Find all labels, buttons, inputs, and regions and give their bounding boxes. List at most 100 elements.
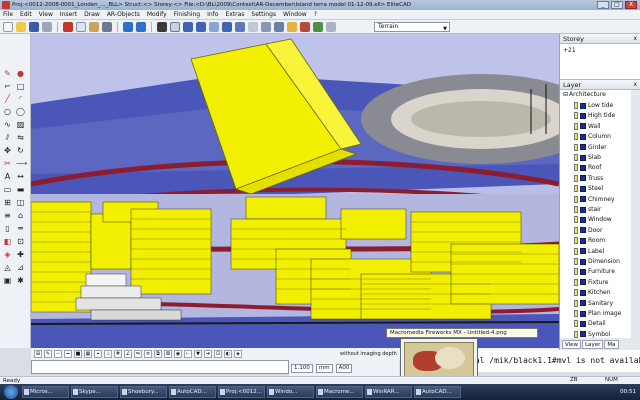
undo-icon[interactable] [123, 21, 133, 32]
layer-visibility-icon[interactable] [580, 237, 586, 244]
wall-icon[interactable]: ▭ [3, 185, 12, 194]
layer-item[interactable]: Window [574, 215, 612, 224]
layer-item[interactable]: Low tide [574, 101, 613, 110]
offset-icon[interactable]: ⫽ [3, 133, 12, 142]
mirror-icon[interactable]: ⇋ [16, 133, 25, 142]
layer-item[interactable]: Wall [574, 122, 601, 131]
layer-item[interactable]: Steel [574, 184, 603, 193]
symbol-icon[interactable]: ✚ [16, 250, 25, 259]
layer-visibility-icon[interactable] [580, 216, 586, 223]
pen-icon[interactable]: ✎ [44, 350, 52, 358]
layer-manager-icon[interactable] [261, 21, 271, 32]
layer-item[interactable]: Column [574, 132, 611, 141]
menu-draw[interactable]: Draw [84, 11, 100, 18]
layer-visibility-icon[interactable] [580, 112, 586, 119]
spline-icon[interactable]: ∿ [3, 120, 12, 129]
terrain-icon[interactable] [313, 21, 323, 32]
cut-icon[interactable] [63, 21, 73, 32]
beam-icon[interactable]: ═ [16, 224, 25, 233]
layer-item[interactable]: Plan image [574, 309, 621, 318]
layer-item[interactable]: Door [574, 226, 602, 235]
layer-visibility-icon[interactable] [580, 185, 586, 192]
view-2d-icon[interactable] [183, 21, 193, 32]
zoom-window-icon[interactable]: ⊡ [214, 350, 222, 358]
text-icon[interactable]: A [3, 172, 12, 181]
menu-modify[interactable]: Modify [147, 11, 167, 18]
rectangle-icon[interactable]: □ [16, 82, 25, 91]
close-button[interactable]: X [625, 1, 637, 9]
lock-icon[interactable]: ⊠ [164, 350, 172, 358]
layer-visibility-icon[interactable] [580, 289, 586, 296]
point-icon[interactable]: ● [16, 69, 25, 78]
layer-visibility-icon[interactable] [580, 133, 586, 140]
new-file-icon[interactable] [3, 21, 13, 32]
layer-item[interactable]: stair [574, 205, 601, 214]
ellipse-icon[interactable]: ◯ [16, 107, 25, 116]
layer-item[interactable]: Slab [574, 153, 601, 162]
layer-root-item[interactable]: ⊟ Architecture [563, 91, 606, 98]
layer-item[interactable]: Roof [574, 163, 601, 172]
layer-tree[interactable]: ⊟ Architecture Low tide High tide Wall Colu… [560, 90, 640, 344]
rotate-icon[interactable]: ↻ [16, 146, 25, 155]
layer-visibility-icon[interactable] [580, 258, 586, 265]
layer-item[interactable]: Fixture [574, 278, 608, 287]
slab-icon[interactable]: ▬ [16, 185, 25, 194]
view-3d-icon[interactable] [196, 21, 206, 32]
pan-icon[interactable] [222, 21, 232, 32]
storey-value[interactable]: +21 [563, 47, 576, 54]
taskbar-item[interactable]: WinRAR... [365, 386, 412, 398]
scale-select[interactable]: 1:100 [291, 363, 313, 373]
layer-item[interactable]: Label [574, 247, 604, 256]
taskbar-item[interactable]: Shoebury... [120, 386, 167, 398]
arc-icon[interactable]: ◜ [16, 94, 25, 103]
copy-icon[interactable] [76, 21, 86, 32]
close-icon[interactable]: x [633, 35, 637, 42]
open-folder-icon[interactable] [16, 21, 26, 32]
delete-icon[interactable] [102, 21, 112, 32]
paste-icon[interactable] [89, 21, 99, 32]
layer-visibility-icon[interactable] [580, 164, 586, 171]
layer-visibility-icon[interactable] [580, 196, 586, 203]
move-icon[interactable]: ✥ [3, 146, 12, 155]
color-icon[interactable]: ■ [74, 350, 82, 358]
door-icon[interactable]: ◫ [16, 198, 25, 207]
layer-item[interactable]: Sanitary [574, 299, 613, 308]
layer-item[interactable]: Detail [574, 319, 606, 328]
taskbar-item[interactable]: AutoCAD... [169, 386, 216, 398]
pointer-icon[interactable] [157, 21, 167, 32]
filter-icon[interactable]: ▼ [194, 350, 202, 358]
layer-visibility-icon[interactable] [580, 206, 586, 213]
layer-item[interactable]: Truss [574, 174, 603, 183]
paper-select[interactable]: A00 [335, 363, 353, 373]
menu-settings[interactable]: Settings [251, 11, 276, 18]
visibility-icon[interactable]: ◉ [174, 350, 182, 358]
render-icon[interactable] [274, 21, 284, 32]
layer-visibility-icon[interactable] [580, 175, 586, 182]
storey-list[interactable]: +21 [560, 44, 640, 80]
layer-visibility-icon[interactable] [580, 279, 586, 286]
redo-icon[interactable] [136, 21, 146, 32]
material-icon[interactable]: ◈ [234, 350, 242, 358]
menu-ar-objects[interactable]: AR-Objects [107, 11, 140, 18]
layer-item[interactable]: Furniture [574, 267, 615, 276]
maximize-button[interactable]: □ [611, 1, 623, 9]
circle-icon[interactable]: ○ [3, 107, 12, 116]
save-icon[interactable] [29, 21, 39, 32]
stair-icon[interactable]: ≡ [3, 211, 12, 220]
taskbar-item[interactable]: Micros... [22, 386, 69, 398]
line-icon[interactable]: ╱ [3, 94, 12, 103]
taskbar-item[interactable]: Macrome... [316, 386, 363, 398]
layer-visibility-icon[interactable] [580, 154, 586, 161]
menu-view[interactable]: View [39, 11, 53, 18]
snap-icon[interactable]: ⌖ [94, 350, 102, 358]
unit-select[interactable]: mm [315, 363, 333, 373]
minus-expander-icon[interactable]: ⊟ [563, 91, 568, 98]
layer-item[interactable]: Room [574, 236, 605, 245]
taskbar-item[interactable]: Windo... [267, 386, 314, 398]
angle-icon[interactable]: ∠ [124, 350, 132, 358]
grid-snap-icon[interactable]: # [114, 350, 122, 358]
layer-item[interactable]: Girder [574, 143, 607, 152]
mirror-mode-icon[interactable]: ⇋ [134, 350, 142, 358]
zoom-icon[interactable] [209, 21, 219, 32]
layer-item[interactable]: Chimney [574, 195, 615, 204]
